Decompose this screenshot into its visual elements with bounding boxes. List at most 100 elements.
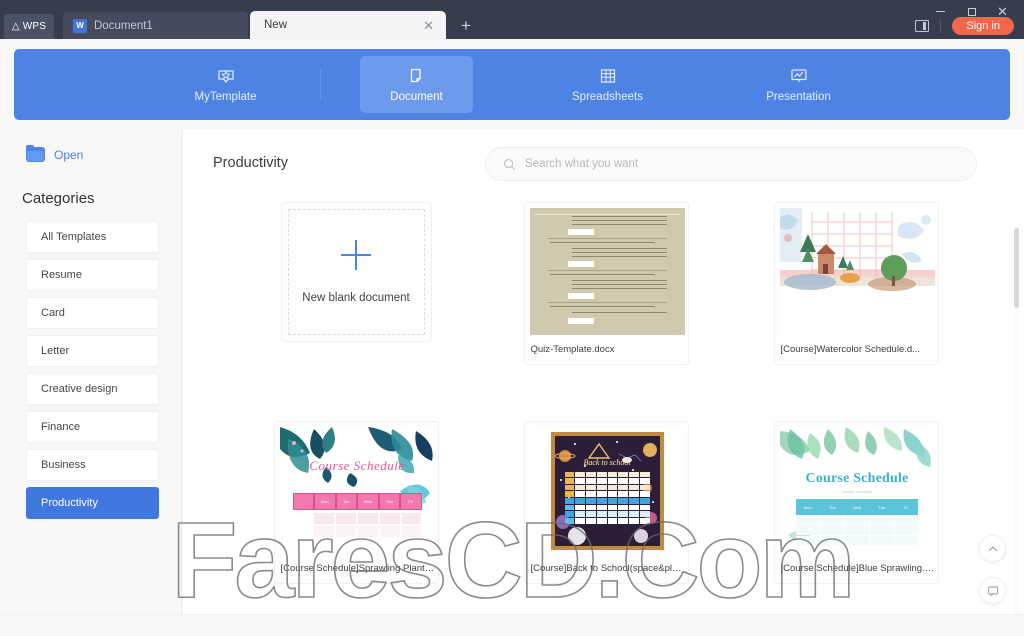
spreadsheet-grid-icon xyxy=(600,69,615,83)
title-bar-right: ✕ Sign in xyxy=(774,0,1024,39)
template-name: [Course Schedule]Blue Sprawling.docx xyxy=(780,563,935,574)
wps-new-document-window: △ WPS W Document1 New ✕ + ✕ Sign in MyTe… xyxy=(0,0,1024,636)
tab-spreadsheets[interactable]: Spreadsheets xyxy=(551,56,664,113)
new-blank-document-card[interactable]: New blank document xyxy=(280,202,432,342)
template-name: [Course]Watercolor Schedule.d... xyxy=(780,344,921,355)
sidebar-item-finance[interactable]: Finance xyxy=(26,411,159,443)
tab-presentation[interactable]: Presentation xyxy=(742,56,855,113)
document-icon xyxy=(410,68,421,83)
categories-heading: Categories xyxy=(22,190,95,207)
scrollbar-thumb[interactable] xyxy=(1014,228,1019,308)
side-panel-icon[interactable] xyxy=(915,20,930,32)
grid-cell: Back to school [Course]Back to School(sp… xyxy=(481,421,731,584)
grid-cell: Course Schedule course summary Mon Tue W… xyxy=(731,421,981,584)
category-list: All Templates Resume Card Letter Creativ… xyxy=(26,221,181,519)
thumb-table-header: Mon Tue Wed Thu Fri xyxy=(795,499,919,515)
sidebar-item-productivity[interactable]: Productivity xyxy=(26,487,159,519)
page-title: Productivity xyxy=(213,155,288,171)
divider xyxy=(320,68,321,101)
bottom-strip xyxy=(0,614,1024,636)
template-thumbnail xyxy=(779,208,935,335)
template-row: Course Schedule Mon Tue Wed Thu Fri [Cou… xyxy=(231,421,981,584)
sprawling-plants-thumb: Course Schedule Mon Tue Wed Thu Fri xyxy=(279,427,435,554)
feedback-icon xyxy=(987,585,998,597)
sidebar-item-label: Business xyxy=(41,459,86,471)
template-grid: New blank document Quiz-Template.docx [C… xyxy=(231,202,981,584)
template-thumbnail: Course Schedule course summary Mon Tue W… xyxy=(779,427,935,554)
title-bar: △ WPS W Document1 New ✕ + ✕ Sign in xyxy=(0,0,1024,39)
template-card-back-to-school[interactable]: Back to school [Course]Back to School(sp… xyxy=(523,421,689,584)
template-card-watercolor-schedule[interactable]: [Course]Watercolor Schedule.d... xyxy=(773,202,939,365)
writer-doc-icon: W xyxy=(73,18,87,33)
thumb-table-body xyxy=(293,513,422,537)
tab-document1[interactable]: W Document1 xyxy=(63,12,248,39)
plus-icon xyxy=(341,240,371,270)
tab-mytemplate-label: MyTemplate xyxy=(194,91,257,103)
tab-new[interactable]: New ✕ xyxy=(250,11,446,39)
sidebar-item-creative-design[interactable]: Creative design xyxy=(26,373,159,405)
open-button[interactable]: Open xyxy=(26,145,181,162)
folder-icon xyxy=(26,145,45,162)
sign-in-button[interactable]: Sign in xyxy=(952,17,1014,35)
sidebar-item-all-templates[interactable]: All Templates xyxy=(26,221,159,253)
grid-cell: [Course]Watercolor Schedule.d... xyxy=(731,202,981,365)
sidebar-item-card[interactable]: Card xyxy=(26,297,159,329)
category-nav-bar: MyTemplate Document Spreadsheets Present… xyxy=(14,49,1010,120)
template-card-blue-sprawling[interactable]: Course Schedule course summary Mon Tue W… xyxy=(773,421,939,584)
divider xyxy=(940,19,942,33)
thumb-subtitle: course summary xyxy=(842,489,872,494)
sidebar-item-label: Creative design xyxy=(41,383,118,395)
tab-spreadsheets-label: Spreadsheets xyxy=(572,91,643,103)
thumb-table-header: Mon Tue Wed Thu Fri xyxy=(292,493,422,510)
new-tab-button[interactable]: + xyxy=(456,17,476,34)
sidebar-item-letter[interactable]: Letter xyxy=(26,335,159,367)
wps-logo-label: WPS xyxy=(22,21,47,32)
tab-new-label: New xyxy=(264,19,288,31)
sidebar-item-business[interactable]: Business xyxy=(26,449,159,481)
sidebar-item-label: Resume xyxy=(41,269,82,281)
new-blank-document-label: New blank document xyxy=(302,292,410,304)
sidebar-item-resume[interactable]: Resume xyxy=(26,259,159,291)
watercolor-thumb xyxy=(779,208,935,335)
scroll-to-top-button[interactable] xyxy=(979,535,1006,562)
search-input[interactable]: Search what you want xyxy=(485,147,977,181)
sidebar-item-label: Card xyxy=(41,307,65,319)
tab-mytemplate[interactable]: MyTemplate xyxy=(169,56,321,113)
wps-logo-button[interactable]: △ WPS xyxy=(4,14,54,39)
sidebar: Open Categories All Templates Resume Car… xyxy=(0,130,182,636)
template-browser: Productivity Search what you want New bl… xyxy=(183,130,1024,636)
template-card-quiz[interactable]: Quiz-Template.docx xyxy=(523,202,689,365)
template-name: [Course Schedule]Sprawling Plants.docx xyxy=(280,563,435,574)
sidebar-item-label: Letter xyxy=(41,345,70,357)
feedback-button[interactable] xyxy=(979,577,1006,604)
back-to-school-thumb: Back to school xyxy=(550,431,664,550)
star-template-icon xyxy=(217,70,234,83)
watercolor-art xyxy=(779,208,935,335)
search-placeholder: Search what you want xyxy=(525,158,639,170)
template-thumbnail: Course Schedule Mon Tue Wed Thu Fri xyxy=(279,427,435,554)
sidebar-item-label: Finance xyxy=(41,421,81,433)
tab-document1-label: Document1 xyxy=(94,19,153,32)
close-icon[interactable]: ✕ xyxy=(423,19,434,32)
sidebar-item-label: All Templates xyxy=(41,231,107,243)
chevron-up-icon xyxy=(988,545,997,551)
sidebar-item-label: Productivity xyxy=(41,497,98,509)
tab-presentation-label: Presentation xyxy=(766,91,831,103)
template-row: New blank document Quiz-Template.docx [C… xyxy=(231,202,981,365)
blue-sprawling-thumb: Course Schedule course summary Mon Tue W… xyxy=(779,427,935,554)
thumb-title: Course Schedule xyxy=(805,471,909,486)
grid-cell: Course Schedule Mon Tue Wed Thu Fri [Cou… xyxy=(231,421,481,584)
tab-document[interactable]: Document xyxy=(360,56,473,113)
grid-cell: New blank document xyxy=(231,202,481,365)
thumb-table xyxy=(564,471,650,524)
template-thumbnail xyxy=(529,208,685,335)
template-card-sprawling-plants[interactable]: Course Schedule Mon Tue Wed Thu Fri [Cou… xyxy=(273,421,439,584)
wps-logo-icon: △ xyxy=(11,20,20,32)
title-bar-actions: Sign in xyxy=(915,17,1014,35)
presentation-icon xyxy=(790,69,807,82)
grid-cell: Quiz-Template.docx xyxy=(481,202,731,365)
quiz-thumb xyxy=(529,208,685,335)
thumb-table-body xyxy=(795,515,919,545)
tab-document-label: Document xyxy=(390,91,443,103)
template-name: Quiz-Template.docx xyxy=(530,344,615,355)
